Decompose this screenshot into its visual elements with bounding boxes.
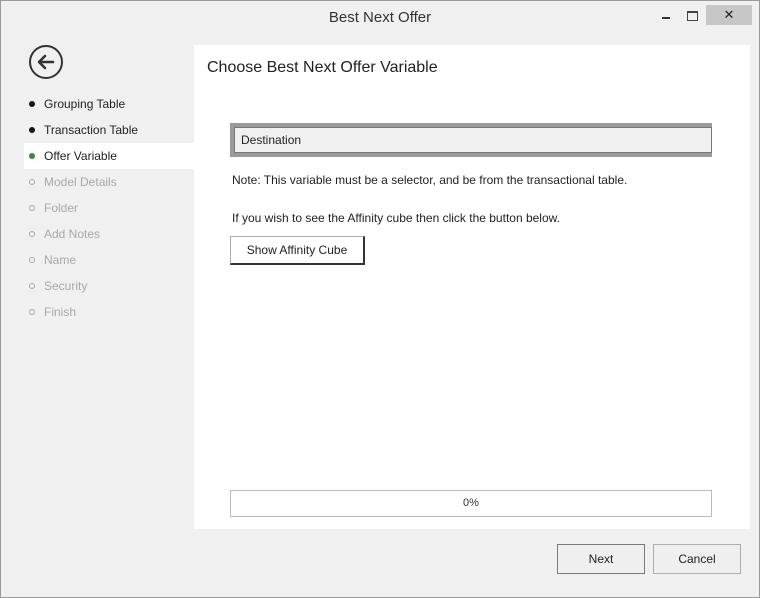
progress-label: 0% (463, 497, 479, 509)
show-affinity-cube-button[interactable]: Show Affinity Cube (230, 236, 365, 265)
wizard-step: Name (24, 247, 194, 273)
back-button[interactable] (29, 45, 63, 79)
title-bar: Best Next Offer ✕ (1, 1, 759, 35)
step-label: Add Notes (44, 227, 101, 241)
progress-bar: 0% (230, 490, 712, 517)
next-button[interactable]: Next (557, 544, 645, 574)
maximize-icon (686, 11, 698, 21)
wizard-step: Add Notes (24, 221, 194, 247)
wizard-window: Best Next Offer ✕ Grouping Table Transact… (0, 0, 760, 598)
step-label: Security (44, 279, 88, 293)
wizard-steps: Grouping Table Transaction Table Offer Var… (24, 91, 194, 325)
step-bullet-icon (29, 153, 35, 159)
step-bullet-icon (29, 205, 35, 211)
wizard-step[interactable]: Grouping Table (24, 91, 194, 117)
wizard-step: Model Details (24, 169, 194, 195)
step-label: Grouping Table (44, 97, 126, 111)
close-button[interactable]: ✕ (706, 5, 752, 25)
wizard-step[interactable]: Transaction Table (24, 117, 194, 143)
step-label: Model Details (44, 175, 117, 189)
step-bullet-icon (29, 283, 35, 289)
wizard-step: Finish (24, 299, 194, 325)
step-label: Offer Variable (44, 149, 117, 163)
step-label: Folder (44, 201, 79, 215)
wizard-step: Folder (24, 195, 194, 221)
wizard-step: Security (24, 273, 194, 299)
step-label: Transaction Table (44, 123, 139, 137)
main-panel: Choose Best Next Offer Variable Destinat… (194, 45, 750, 529)
step-label: Finish (44, 305, 77, 319)
step-bullet-icon (29, 309, 35, 315)
variable-selector-frame: Destination (230, 123, 712, 157)
wizard-sidebar: Grouping Table Transaction Table Offer Var… (12, 35, 194, 529)
page-title: Choose Best Next Offer Variable (207, 59, 438, 76)
step-label: Name (44, 253, 77, 267)
close-icon: ✕ (723, 7, 735, 22)
minimize-icon (662, 17, 670, 19)
step-bullet-icon (29, 257, 35, 263)
variable-selector[interactable]: Destination (234, 127, 712, 153)
step-bullet-icon (29, 179, 35, 185)
cancel-button[interactable]: Cancel (653, 544, 741, 574)
wizard-step[interactable]: Offer Variable (24, 143, 194, 169)
step-bullet-icon (29, 231, 35, 237)
step-bullet-icon (29, 127, 35, 133)
back-arrow-icon (37, 54, 55, 70)
variable-note: Note: This variable must be a selector, … (232, 173, 628, 187)
step-bullet-icon (29, 101, 35, 107)
affinity-hint: If you wish to see the Affinity cube the… (232, 211, 560, 225)
window-title: Best Next Offer (328, 9, 432, 26)
